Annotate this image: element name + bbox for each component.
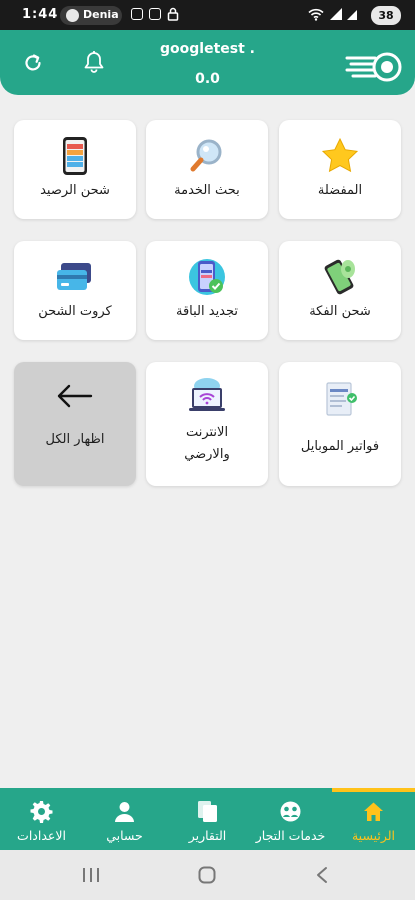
tile-favorites[interactable]: المفضلة — [279, 120, 401, 219]
nav-item-settings[interactable]: الاعدادات — [0, 788, 83, 850]
magnifier-icon — [187, 136, 227, 176]
signal2-icon — [346, 7, 358, 25]
pill-label: Denia — [83, 8, 119, 21]
tile-balance-topup[interactable]: شحن الرصيد — [14, 120, 136, 219]
pill-icon — [66, 9, 79, 22]
tile-label: اظهار الكل — [45, 432, 105, 447]
tile-search-service[interactable]: بحث الخدمة — [146, 120, 268, 219]
nav-label: التقارير — [188, 828, 227, 843]
arrow-left-icon — [55, 376, 95, 416]
tile-label: شحن الفكة — [309, 304, 371, 319]
nav-label: خدمات التجار — [255, 828, 326, 843]
tile-show-all[interactable]: اظهار الكل — [14, 362, 136, 486]
tile-charging-cards[interactable]: كروت الشحن — [14, 241, 136, 340]
tile-change-topup[interactable]: شحن الفكة — [279, 241, 401, 340]
recent-apps-icon[interactable] — [82, 867, 100, 887]
home-icon — [362, 800, 385, 823]
status-time: 1:44 — [22, 7, 59, 22]
home-button-icon[interactable] — [198, 866, 216, 888]
tile-internet-landline[interactable]: الانترنت والارضي — [146, 362, 268, 486]
reports-icon — [196, 800, 219, 823]
battery-indicator: 38 — [367, 6, 401, 25]
tile-label-line2: والارضي — [184, 447, 230, 462]
nav-item-my-account[interactable]: حسابي — [83, 788, 166, 850]
tile-label: بحث الخدمة — [174, 183, 240, 198]
user-icon — [113, 800, 136, 823]
nav-label: الاعدادات — [17, 828, 66, 843]
nav-label: الرئيسية — [351, 828, 396, 843]
refresh-icon[interactable] — [22, 52, 44, 74]
cards-icon — [55, 257, 95, 297]
merchant-icon — [279, 800, 302, 823]
bill-icon — [320, 380, 360, 420]
bottom-nav: الرئيسية خدمات التجار التقارير حسابي الا… — [0, 788, 415, 850]
tile-label: المفضلة — [317, 183, 363, 198]
star-icon — [320, 136, 360, 176]
tile-package-renew[interactable]: تجديد الباقة — [146, 241, 268, 340]
gear-icon — [30, 800, 53, 823]
tile-label: فواتير الموبايل — [300, 439, 380, 454]
tile-label: شحن الرصيد — [40, 183, 110, 198]
tile-label: كروت الشحن — [38, 304, 112, 319]
tile-label: الانترنت والارضي — [146, 422, 268, 466]
nav-label: حسابي — [106, 828, 143, 843]
phone-battery-icon — [55, 136, 95, 176]
phone-cash-icon — [320, 257, 360, 297]
wifi-laptop-icon — [187, 376, 227, 416]
nav-item-home[interactable]: الرئيسية — [332, 788, 415, 850]
signal-icon — [329, 7, 343, 25]
battery-level: 38 — [371, 6, 401, 25]
tile-mobile-bills[interactable]: فواتير الموبايل — [279, 362, 401, 486]
gallery-icon — [149, 8, 161, 20]
nav-item-merchant-services[interactable]: خدمات التجار — [249, 788, 332, 850]
status-pill: Denia — [60, 6, 122, 25]
nav-item-reports[interactable]: التقارير — [166, 788, 249, 850]
system-nav-bar — [0, 850, 415, 900]
speed-logo-icon — [345, 52, 403, 82]
tile-label-line1: الانترنت — [185, 425, 229, 440]
phone-renew-icon — [187, 257, 227, 297]
instagram-icon — [131, 8, 143, 20]
back-button-icon[interactable] — [315, 866, 329, 888]
lock-icon — [167, 7, 179, 25]
status-bar: 1:44 Denia 38 — [0, 0, 415, 30]
app-header: googletest . 0.0 — [0, 30, 415, 95]
wifi-icon — [308, 8, 324, 25]
bell-icon[interactable] — [83, 50, 105, 74]
tile-label: تجديد الباقة — [175, 304, 239, 319]
